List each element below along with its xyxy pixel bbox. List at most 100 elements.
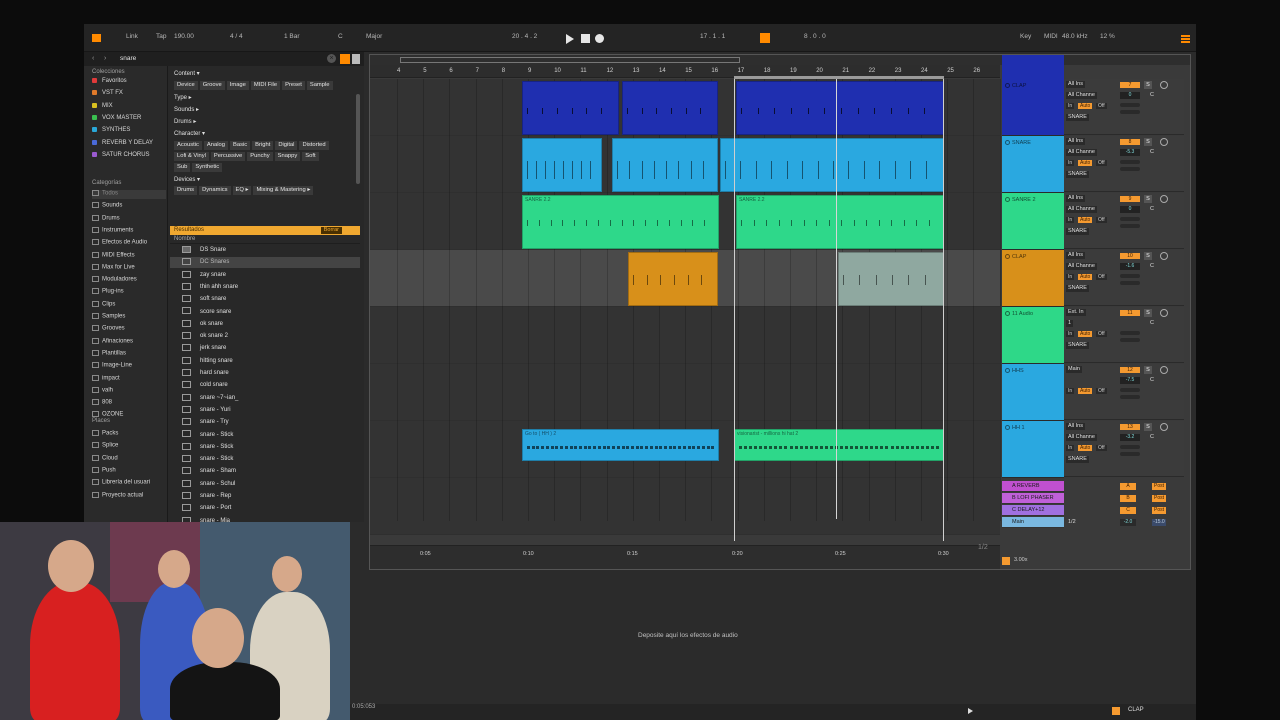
result-item[interactable]: snare - Stick	[170, 442, 360, 453]
browser-scrollbar[interactable]	[356, 94, 360, 184]
result-item[interactable]: snare - Rep	[170, 491, 360, 502]
arm-record-icon[interactable]	[1160, 195, 1168, 203]
solo-button[interactable]: S	[1144, 309, 1152, 317]
output-select[interactable]: SNARE	[1066, 171, 1089, 178]
send-knob-b[interactable]	[1120, 338, 1140, 342]
input-channel-select[interactable]: All Channe	[1066, 149, 1097, 156]
input-channel-select[interactable]: All Channe	[1066, 206, 1097, 213]
pan-field[interactable]: C	[1150, 149, 1154, 155]
send-knob-a[interactable]	[1120, 331, 1140, 335]
monitor-auto-button[interactable]: Auto	[1078, 103, 1093, 109]
character-filter-label[interactable]: Character ▾	[174, 130, 205, 137]
track-name[interactable]: SNARE	[1012, 140, 1031, 146]
main-volume[interactable]: -2.0	[1120, 519, 1136, 526]
track-activator[interactable]: 13	[1120, 424, 1140, 430]
track-activator[interactable]: 7	[1120, 82, 1140, 88]
category-item[interactable]: Todos	[92, 190, 166, 199]
place-item[interactable]: Cloud	[92, 454, 166, 464]
audio-clip[interactable]	[522, 81, 619, 135]
volume-field[interactable]: 0	[1120, 92, 1140, 99]
track-header[interactable]: HHS	[1002, 364, 1064, 421]
loop-toggle-icon[interactable]	[760, 33, 770, 43]
send-knob-b[interactable]	[1120, 452, 1140, 456]
filter-chip[interactable]: Preset	[282, 81, 305, 90]
track-name[interactable]: SANRE 2	[1012, 197, 1036, 203]
main-volume-peak[interactable]: -15.0	[1152, 519, 1166, 526]
volume-field[interactable]: -7.5	[1120, 377, 1140, 384]
monitor-in-button[interactable]: In	[1066, 274, 1075, 280]
category-item[interactable]: 808	[92, 399, 166, 408]
output-select[interactable]: SNARE	[1066, 342, 1089, 349]
input-type-select[interactable]: All Ins	[1066, 423, 1085, 430]
collection-item[interactable]: SATUR CHORUS	[92, 151, 166, 161]
monitor-in-button[interactable]: In	[1066, 217, 1075, 223]
audio-clip[interactable]	[720, 138, 944, 192]
overview-selection[interactable]	[400, 57, 740, 63]
audio-clip[interactable]	[628, 252, 718, 306]
return-track[interactable]: A REVERB	[1002, 481, 1064, 492]
monitor-auto-button[interactable]: Auto	[1078, 217, 1093, 223]
input-channel-select[interactable]: All Channe	[1066, 434, 1097, 441]
monitor-auto-button[interactable]: Auto	[1078, 160, 1093, 166]
drums-filter-label[interactable]: Drums ▸	[174, 118, 196, 125]
send-knob-a[interactable]	[1120, 445, 1140, 449]
monitor-in-button[interactable]: In	[1066, 331, 1075, 337]
monitor-off-button[interactable]: Off	[1096, 331, 1107, 337]
track-fold-icon[interactable]	[1005, 254, 1010, 259]
back-icon[interactable]: ‹	[92, 55, 94, 62]
result-item[interactable]: zay snare	[170, 270, 360, 281]
monitor-in-button[interactable]: In	[1066, 103, 1075, 109]
send-knob-a[interactable]	[1120, 274, 1140, 278]
output-select[interactable]: SNARE	[1066, 228, 1089, 235]
category-item[interactable]: Moduladores	[92, 276, 166, 285]
audio-clip[interactable]: SANRE 2.2	[522, 195, 719, 249]
category-item[interactable]: Efectos de Audio	[92, 239, 166, 248]
type-filter-label[interactable]: Type ▸	[174, 94, 192, 101]
filter-chip[interactable]: Soft	[302, 152, 319, 161]
send-knob-a[interactable]	[1120, 103, 1140, 107]
view-toggle-icon[interactable]	[92, 34, 101, 42]
link-button[interactable]: Link	[126, 33, 138, 40]
input-channel-select[interactable]: 1	[1066, 320, 1074, 327]
track-header[interactable]: CLAP	[1002, 55, 1064, 136]
time-ruler[interactable]: 0:05 0:10 0:15 0:20 0:25 0:30	[370, 545, 1000, 569]
category-item[interactable]: Max for Live	[92, 263, 166, 273]
category-item[interactable]: MIDI Effects	[92, 251, 166, 261]
output-select[interactable]: SNARE	[1066, 114, 1089, 121]
arm-record-icon[interactable]	[1160, 423, 1168, 431]
track-activator[interactable]: 8	[1120, 139, 1140, 145]
monitor-auto-button[interactable]: Auto	[1078, 445, 1093, 451]
track-activator[interactable]: 10	[1120, 253, 1140, 259]
track-fold-icon[interactable]	[1005, 311, 1010, 316]
category-item[interactable]: Image-Line	[92, 362, 166, 371]
result-item[interactable]: snare ~7~ian_	[170, 393, 360, 404]
name-column-header[interactable]: Nombre	[170, 236, 360, 244]
result-item[interactable]: snare - Port	[170, 503, 360, 514]
return-activator[interactable]: B	[1120, 495, 1136, 502]
output-select[interactable]: SNARE	[1066, 285, 1089, 292]
track-name[interactable]: HH 1	[1012, 425, 1025, 431]
monitor-auto-button[interactable]: Auto	[1078, 388, 1093, 394]
return-track[interactable]: B LOFI PHASER	[1002, 493, 1064, 504]
key-select[interactable]: C	[338, 33, 343, 40]
result-item[interactable]: snare - Yuri	[170, 405, 360, 416]
result-item[interactable]: snare - Stick	[170, 454, 360, 465]
post-button[interactable]: Post	[1152, 483, 1166, 490]
post-button[interactable]: Post	[1152, 507, 1166, 514]
category-item[interactable]: Instruments	[92, 226, 166, 236]
filter-chip[interactable]: Groove	[199, 81, 225, 90]
result-item[interactable]: score snare	[170, 307, 360, 318]
clear-filters-button[interactable]: Borrar	[320, 227, 342, 234]
collection-item[interactable]: SYNTHES	[92, 127, 166, 136]
result-item[interactable]: snare - Sham	[170, 466, 360, 477]
post-button[interactable]: Post	[1152, 495, 1166, 502]
track-activator[interactable]: 11	[1120, 310, 1140, 316]
clear-search-icon[interactable]: ×	[327, 54, 336, 63]
arm-record-icon[interactable]	[1160, 138, 1168, 146]
category-item[interactable]: Samples	[92, 313, 166, 322]
filter-chip[interactable]: Sample	[306, 81, 333, 90]
filter-chip[interactable]: Sub	[174, 163, 191, 172]
monitor-in-button[interactable]: In	[1066, 160, 1075, 166]
send-knob-a[interactable]	[1120, 160, 1140, 164]
arm-record-icon[interactable]	[1160, 366, 1168, 374]
